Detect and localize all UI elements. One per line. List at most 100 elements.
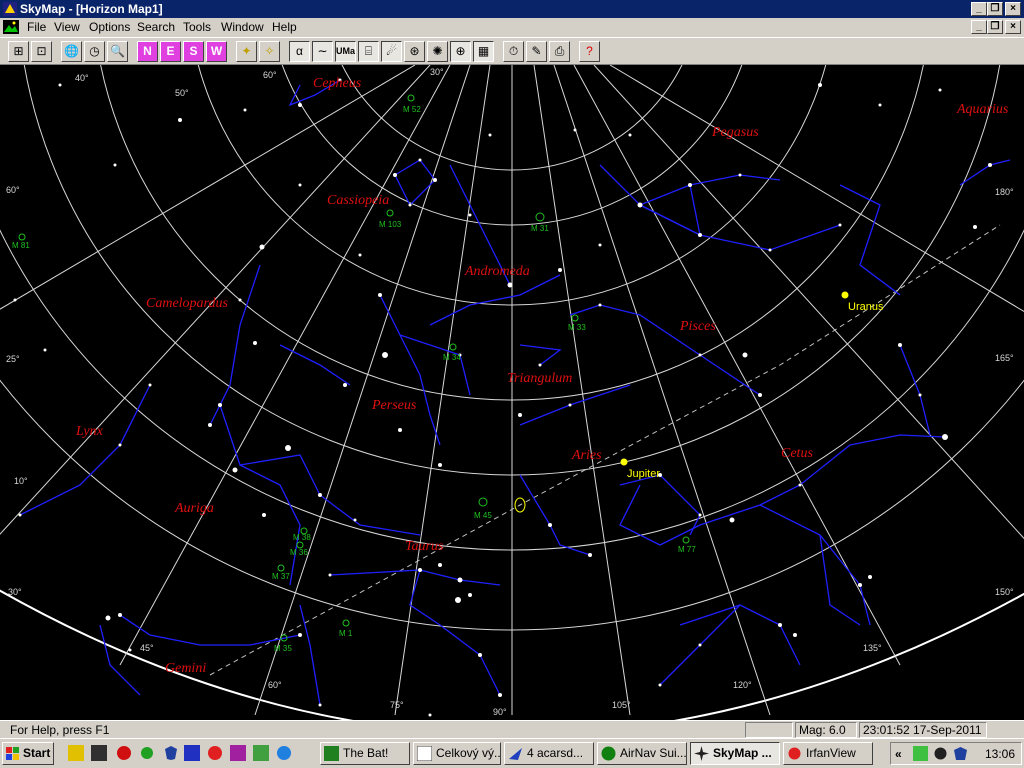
quicklaunch-icon-1[interactable] [68,745,84,761]
menu-tools[interactable]: Tools [183,20,211,34]
label-perseus: Perseus [371,398,417,413]
svg-text:135°: 135° [863,643,882,653]
menu-file[interactable]: File [27,20,46,34]
svg-text:180°: 180° [995,187,1014,197]
deep-sky-icon[interactable]: ⊛ [404,41,425,62]
clock[interactable]: 13:06 [985,747,1015,761]
zoom-in-button[interactable]: ⊞ [8,41,29,62]
svg-text:M 103: M 103 [379,220,402,229]
tray-expand-icon[interactable]: « [895,747,902,761]
child-restore-button[interactable]: ❐ [987,20,1003,34]
quicklaunch-icon-8[interactable] [230,745,246,761]
svg-text:M 52: M 52 [403,105,421,114]
svg-text:M 38: M 38 [293,533,311,542]
close-button[interactable]: × [1005,2,1021,16]
globe-icon[interactable]: 🌐 [61,41,82,62]
context-help-icon[interactable]: ? [579,41,600,62]
the-bat-icon [324,746,339,761]
task-skymap[interactable]: SkyMap ... [690,742,780,765]
direction-north-button[interactable]: N [137,41,158,62]
quicklaunch-icon-2[interactable] [91,745,107,761]
grid-labels: 30° 40° 50° 60° 60° 25° 10° 30° 180° 165… [6,67,1014,717]
svg-text:M 31: M 31 [531,224,549,233]
window-title: SkyMap - [Horizon Map1] [20,2,163,16]
boundaries-icon[interactable]: ⌸ [358,41,379,62]
system-tray: « 13:06 [890,742,1022,765]
quicklaunch-icon-10[interactable] [276,745,292,761]
minimize-button[interactable]: _ [971,2,987,16]
direction-west-button[interactable]: W [206,41,227,62]
direction-south-button[interactable]: S [183,41,204,62]
menu-view[interactable]: View [54,20,80,34]
svg-text:30°: 30° [430,67,444,77]
star-magnitude-icon[interactable]: ✧ [259,41,280,62]
messier-labels: M 52 M 103 M 31 M 33 M 34 M 45 M 1 M 77 … [12,105,696,653]
quicklaunch-icon-4[interactable] [139,745,155,761]
svg-text:M 1: M 1 [339,629,353,638]
quicklaunch-icon-7[interactable] [207,745,223,761]
opera-icon[interactable] [116,745,132,761]
toolbar: ⊞ ⊡ 🌐 ◷ 🔍 N E S W ✦ ✧ α ∼ UMa ⌸ ☄ ⊛ ✺ ⊕ … [0,37,1024,65]
menu-search[interactable]: Search [137,20,175,34]
menu-help[interactable]: Help [272,20,297,34]
document-icon[interactable] [3,20,19,34]
print-icon[interactable]: ⎙ [549,41,570,62]
timer-icon[interactable]: ⏱ [503,41,524,62]
horizon-grid-icon[interactable]: ⊕ [450,41,471,62]
zoom-out-button[interactable]: ⊡ [31,41,52,62]
constellation-lines-button[interactable]: ∼ [312,41,333,62]
radar-icon [601,746,616,761]
pencil-icon[interactable]: ✎ [526,41,547,62]
svg-text:M 33: M 33 [568,323,586,332]
save-icon[interactable] [184,745,200,761]
ecliptic-line [209,224,1001,676]
tray-icon-1[interactable] [913,746,928,761]
find-icon[interactable]: 🔍 [107,41,128,62]
quicklaunch-icon-9[interactable] [253,745,269,761]
windows-logo-icon [6,747,19,760]
constellation-names-button[interactable]: UMa [335,41,356,62]
milky-way-icon[interactable]: ☄ [381,41,402,62]
svg-text:60°: 60° [6,185,20,195]
jupiter-marker [620,458,628,466]
clock-icon[interactable]: ◷ [84,41,105,62]
task-celkovy[interactable]: Celkový vý... [413,742,501,765]
galaxy-icon[interactable]: ✺ [427,41,448,62]
svg-text:45°: 45° [140,643,154,653]
label-triangulum: Triangulum [507,371,572,386]
label-aquarius: Aquarius [956,102,1009,117]
stars-icon[interactable]: ✦ [236,41,257,62]
child-minimize-button[interactable]: _ [971,20,987,34]
label-andromeda: Andromeda [464,264,530,279]
status-bar: For Help, press F1 Mag: 6.0 23:01:52 17-… [0,720,1024,738]
status-magnitude: Mag: 6.0 [795,722,857,738]
svg-text:75°: 75° [390,700,404,710]
svg-text:M 37: M 37 [272,572,290,581]
svg-text:60°: 60° [268,680,282,690]
airplane-icon [509,748,522,760]
task-acarsd[interactable]: 4 acarsd... [504,742,594,765]
grid-icon[interactable]: ▦ [473,41,494,62]
tray-icon-2[interactable] [933,746,948,761]
tray-icon-3[interactable] [953,746,968,761]
svg-text:M 36: M 36 [290,548,308,557]
document-task-icon [417,746,432,761]
maximize-button[interactable]: ❐ [987,2,1003,16]
direction-east-button[interactable]: E [160,41,181,62]
greek-labels-button[interactable]: α [289,41,310,62]
horizon-map[interactable]: Cepheus Cassiopeia Andromeda Camelopardu… [0,65,1024,720]
sky-chart[interactable]: Cepheus Cassiopeia Andromeda Camelopardu… [0,65,1024,720]
skymap-app-icon[interactable] [3,2,17,16]
menu-window[interactable]: Window [221,20,264,34]
task-the-bat[interactable]: The Bat! [320,742,410,765]
child-close-button[interactable]: × [1005,20,1021,34]
azimuth-grid [0,65,1024,716]
task-airnav[interactable]: AirNav Sui... [597,742,687,765]
svg-text:25°: 25° [6,354,20,364]
menu-options[interactable]: Options [89,20,130,34]
shield-icon[interactable] [163,745,179,761]
task-irfanview[interactable]: IrfanView [783,742,873,765]
status-datetime: 23:01:52 17-Sep-2011 [859,722,987,738]
status-empty-panel [745,722,793,738]
start-button[interactable]: Start [2,742,54,765]
